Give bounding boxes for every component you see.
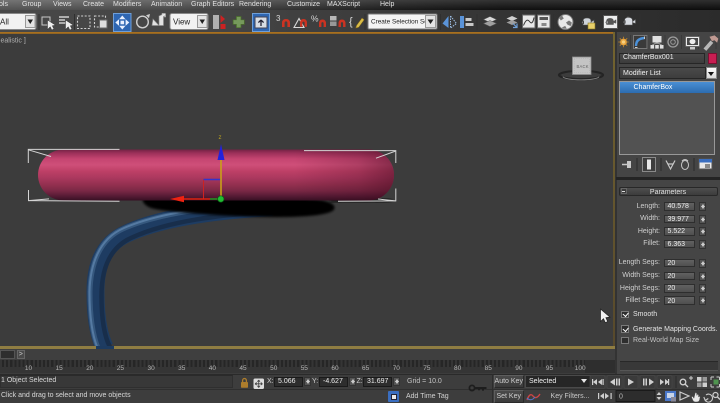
svg-text:0: 0	[619, 394, 623, 401]
svg-text:{: {	[349, 16, 353, 28]
svg-text:ealistic ]: ealistic ]	[1, 38, 26, 45]
svg-text:BACK: BACK	[577, 64, 589, 69]
svg-text:All: All	[0, 18, 9, 27]
svg-text:z: z	[219, 135, 222, 141]
svg-text:%: %	[311, 14, 319, 24]
svg-text:View: View	[173, 18, 190, 27]
svg-text:3: 3	[276, 14, 281, 23]
svg-text:Create Selection Se: Create Selection Se	[371, 19, 428, 26]
